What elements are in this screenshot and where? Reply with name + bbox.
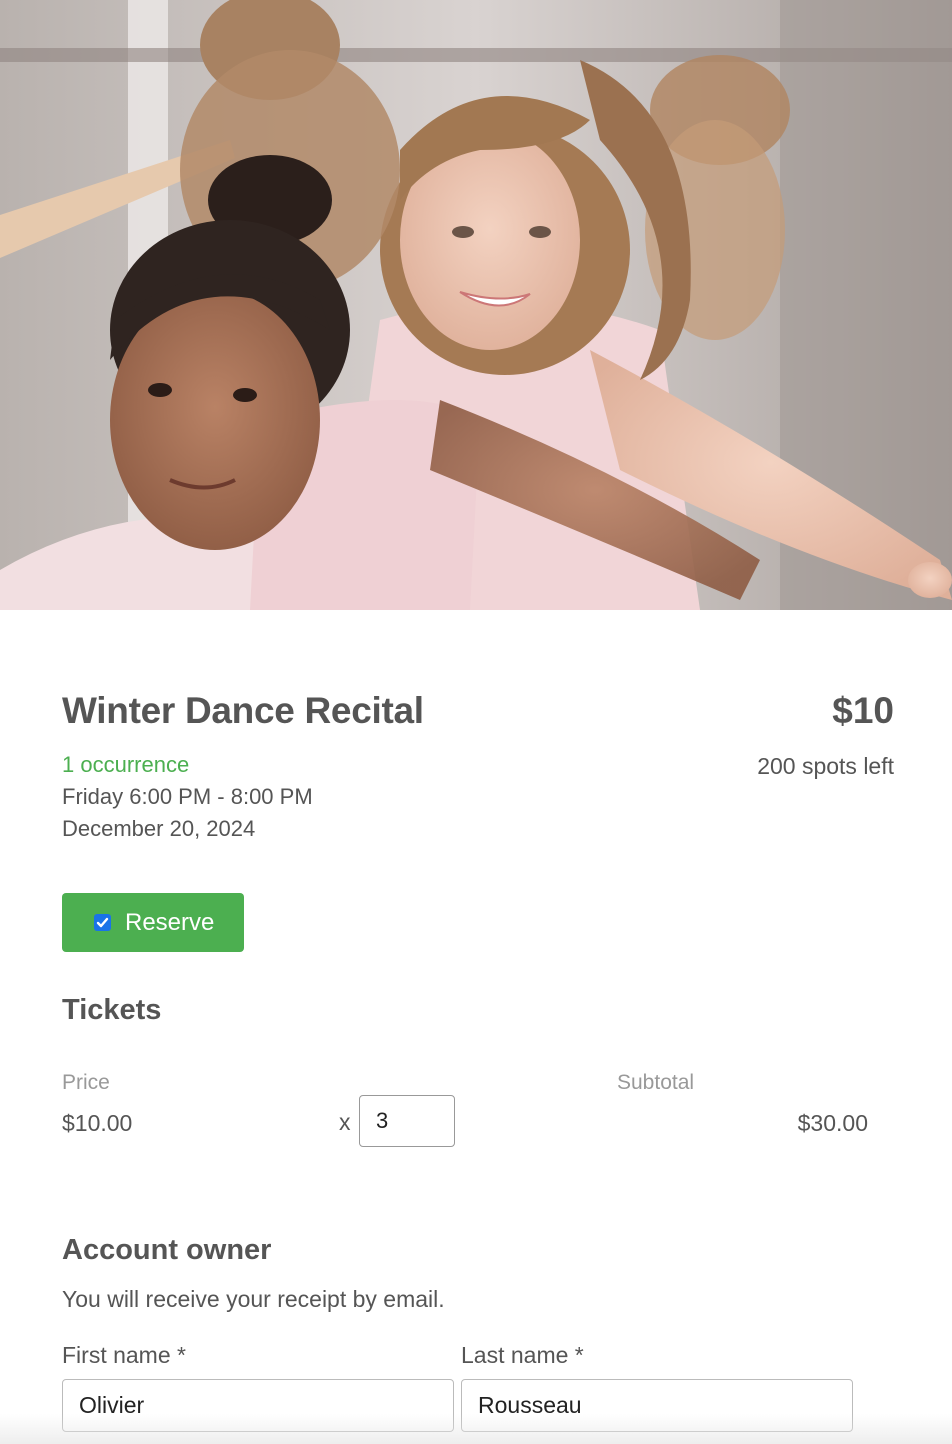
reserve-label: Reserve xyxy=(125,908,215,936)
event-title: Winter Dance Recital xyxy=(62,690,424,731)
times-symbol: x xyxy=(339,1109,351,1135)
ballet-class-photo-icon xyxy=(0,0,952,610)
reserve-button[interactable]: Reserve xyxy=(62,893,244,952)
event-date: December 20, 2024 xyxy=(62,816,256,841)
first-name-label: First name * xyxy=(62,1342,186,1368)
reserve-checkbox[interactable] xyxy=(94,914,111,931)
ticket-quantity-input[interactable] xyxy=(359,1095,455,1147)
last-name-field[interactable] xyxy=(461,1379,853,1432)
spots-left: 200 spots left xyxy=(757,753,894,779)
ticket-price: $10.00 xyxy=(62,1110,133,1136)
event-hero-image xyxy=(0,0,952,610)
subtotal-column-label: Subtotal xyxy=(617,1071,695,1094)
price-column-label: Price xyxy=(62,1071,110,1094)
ticket-subtotal: $30.00 xyxy=(797,1110,868,1136)
last-name-label: Last name * xyxy=(461,1342,584,1368)
account-owner-heading: Account owner xyxy=(62,1234,272,1266)
checkmark-icon xyxy=(96,917,109,928)
tickets-heading: Tickets xyxy=(62,994,162,1026)
receipt-note: You will receive your receipt by email. xyxy=(62,1286,445,1312)
first-name-field[interactable] xyxy=(62,1379,454,1432)
event-time: Friday 6:00 PM - 8:00 PM xyxy=(62,784,313,809)
occurrence-link[interactable]: 1 occurrence xyxy=(62,752,189,778)
event-price: $10 xyxy=(832,690,894,731)
